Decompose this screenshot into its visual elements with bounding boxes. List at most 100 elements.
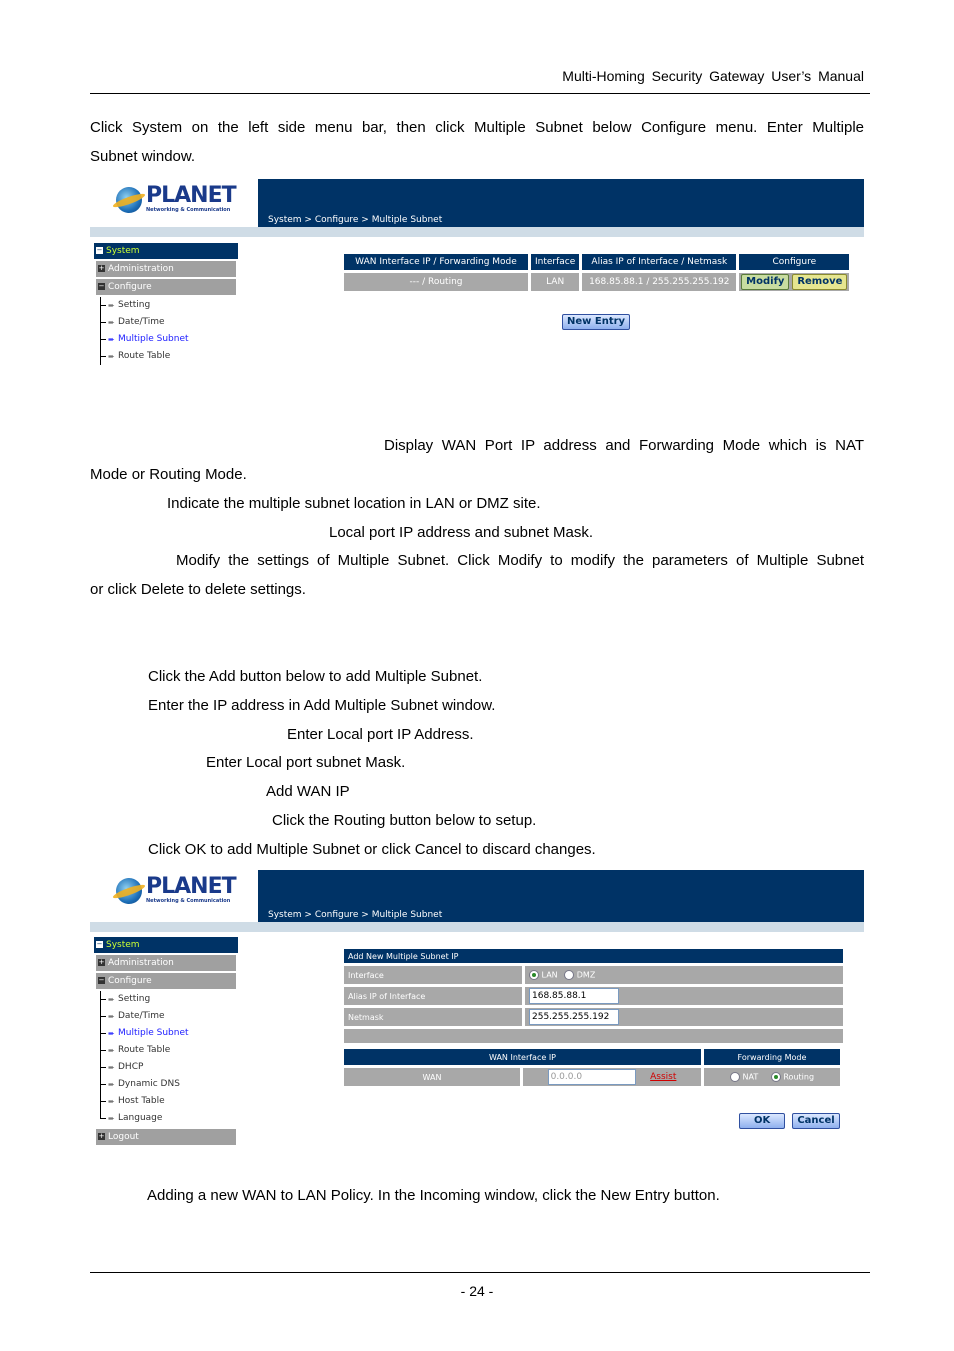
page-number: - 24 - [460,1283,494,1299]
side-menu: − System + Administration − Configure ➨ Sett… [94,243,238,365]
menu-item-date-time[interactable]: ➨ Date/Time [94,1008,238,1025]
menu-item-label: Multiple Subnet [118,1028,189,1038]
menu-item-multiple-subnet[interactable]: ➨ Multiple Subnet [94,331,238,348]
netmask-label: Netmask [344,1008,522,1026]
menu-item-dynamic-dns[interactable]: ➨ Dynamic DNS [94,1076,238,1093]
collapse-icon: − [96,940,103,948]
header-rule [90,93,870,94]
step-6: Click the Routing button below to setup. [272,812,537,829]
col-interface: Interface [531,254,580,270]
arrow-icon: ➨ [108,335,115,344]
radio-routing[interactable] [770,1072,781,1082]
collapse-icon: − [96,246,103,254]
menu-item-label: Host Table [118,1096,165,1106]
add-subnet-form: Add New Multiple Subnet IP Interface LAN… [341,946,846,1046]
menu-administration[interactable]: + Administration [96,955,236,971]
cancel-button[interactable]: Cancel [792,1113,840,1129]
desc-line-1: Display WAN Port IP address and Forwardi… [384,437,864,454]
wan-table: WAN Interface IP Forwarding Mode WAN 0.0… [341,1046,843,1089]
logo-tagline: Networking & Communication [146,207,231,213]
radio-routing-label: Routing [783,1072,815,1082]
closing-text: Adding a new WAN to LAN Policy. In the I… [147,1187,720,1204]
netmask-row: Netmask 255.255.255.192 [344,1008,843,1026]
alias-label: Alias IP of Interface [344,987,522,1005]
radio-dmz-label: DMZ [576,970,596,980]
running-header: Multi-Homing Security Gateway User’s Man… [562,68,864,84]
form-title: Add New Multiple Subnet IP [344,949,843,963]
step-7: Click OK to add Multiple Subnet or click… [148,841,596,858]
side-menu: − System + Administration − Configure ➨ Sett… [94,937,238,1147]
alias-ip-input[interactable]: 168.85.88.1 [529,988,619,1004]
menu-item-route-table[interactable]: ➨ Route Table [94,1042,238,1059]
desc-line-6: or click Delete to delete settings. [90,581,306,598]
menu-item-setting[interactable]: ➨ Setting [94,297,238,314]
planet-logo: PLANET Networking & Communication [90,179,258,227]
cell-wan-mode: --- / Routing [344,273,528,291]
menu-item-label: Route Table [118,1045,171,1055]
arrow-icon: ➨ [108,1097,115,1106]
menu-configure-label: Configure [108,282,152,292]
interface-options: LAN DMZ [525,966,843,984]
planet-logo: PLANET Networking & Communication [90,870,258,918]
radio-nat[interactable] [729,1072,740,1082]
arrow-icon: ➨ [108,1046,115,1055]
assist-link[interactable]: Assist [650,1072,676,1082]
subnet-table: WAN Interface IP / Forwarding Mode Inter… [341,251,852,294]
collapse-icon: − [98,282,105,290]
interface-row: Interface LAN DMZ [344,966,843,984]
menu-item-dhcp[interactable]: ➨ DHCP [94,1059,238,1076]
radio-lan[interactable] [529,970,539,980]
arrow-icon: ➨ [108,1029,115,1038]
menu-item-label: Route Table [118,351,171,361]
menu-system[interactable]: − System [94,937,238,953]
menu-item-language[interactable]: ➨ Language [94,1110,238,1127]
menu-item-date-time[interactable]: ➨ Date/Time [94,314,238,331]
menu-logout[interactable]: + Logout [96,1129,236,1145]
cell-configure: Modify Remove [739,273,850,291]
new-entry-button[interactable]: New Entry [562,314,631,330]
remove-button[interactable]: Remove [792,274,848,290]
mode-header: Forwarding Mode [704,1049,840,1065]
arrow-icon: ➨ [108,1114,115,1123]
menu-administration[interactable]: + Administration [96,261,236,277]
radio-dmz[interactable] [564,970,575,980]
menu-system-label: System [106,940,140,950]
top-banner: System > Configure > Multiple Subnet [258,179,864,227]
menu-item-label: Language [118,1113,163,1123]
desc-line-2: Mode or Routing Mode. [90,466,247,483]
expand-icon: + [98,958,105,966]
ok-button[interactable]: OK [739,1113,786,1129]
radio-nat-label: NAT [742,1072,759,1082]
cell-alias-netmask: 168.85.88.1 / 255.255.255.192 [582,273,737,291]
menu-item-label: Setting [118,994,151,1004]
menu-item-multiple-subnet[interactable]: ➨ Multiple Subnet [94,1025,238,1042]
arrow-icon: ➨ [108,301,115,310]
menu-item-route-table[interactable]: ➨ Route Table [94,348,238,365]
step-2: Enter the IP address in Add Multiple Sub… [148,697,496,714]
menu-administration-label: Administration [108,264,174,274]
step-5: Add WAN IP [266,783,350,800]
arrow-icon: ➨ [108,1063,115,1072]
add-multiple-subnet-screenshot: PLANET Networking & Communication System… [90,870,864,1150]
menu-configure[interactable]: − Configure [96,973,236,989]
desc-line-4: Local port IP address and subnet Mask. [329,524,594,541]
logo-brand: PLANET [146,183,237,208]
alias-row: Alias IP of Interface 168.85.88.1 [344,987,843,1005]
menu-configure[interactable]: − Configure [96,279,236,295]
expand-icon: + [98,264,105,272]
step-3: Enter Local port IP Address. [287,726,474,743]
step-1: Click the Add button below to add Multip… [148,668,483,685]
menu-system[interactable]: − System [94,243,238,259]
netmask-input[interactable]: 255.255.255.192 [529,1009,619,1025]
menu-item-host-table[interactable]: ➨ Host Table [94,1093,238,1110]
menu-item-setting[interactable]: ➨ Setting [94,991,238,1008]
interface-label: Interface [344,966,522,984]
top-banner: System > Configure > Multiple Subnet [258,870,864,922]
arrow-icon: ➨ [108,1012,115,1021]
manual-page: Multi-Homing Security Gateway User’s Man… [0,0,954,1351]
modify-button[interactable]: Modify [741,274,790,290]
radio-lan-label: LAN [541,970,558,980]
menu-item-label: Dynamic DNS [118,1079,180,1089]
wan-ip-input[interactable]: 0.0.0.0 [547,1069,636,1085]
footer-rule [90,1272,870,1273]
